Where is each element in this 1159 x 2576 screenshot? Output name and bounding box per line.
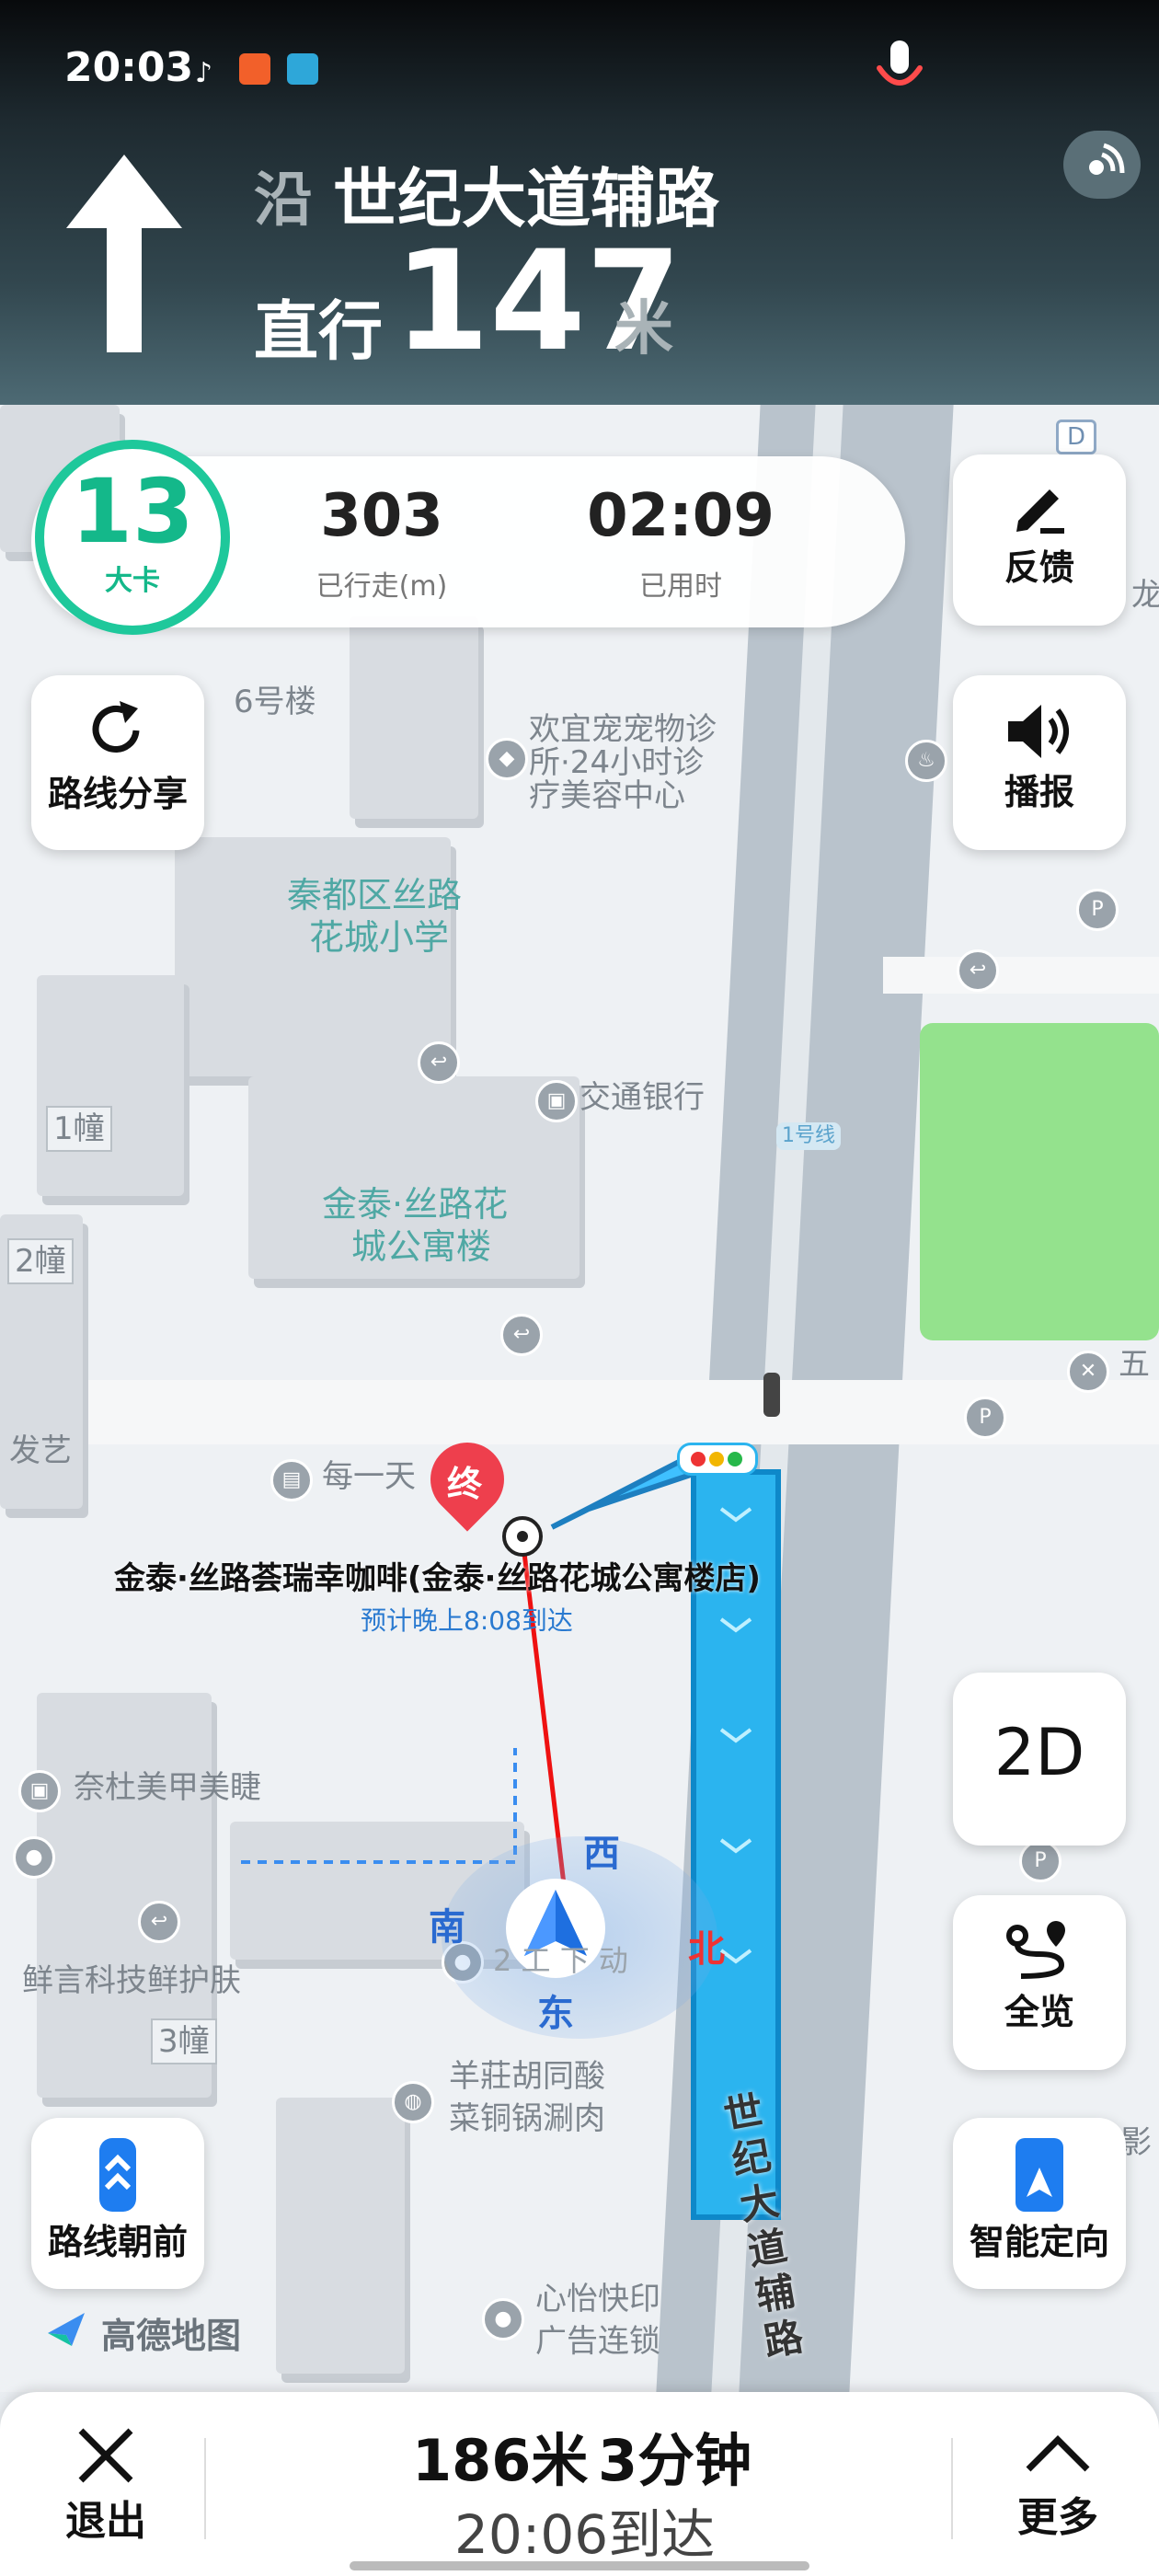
compass-south: 南 xyxy=(429,1906,465,1949)
more-label: 更多 xyxy=(1017,2494,1098,2541)
elapsed-value: 02:09 xyxy=(587,482,775,550)
overview-label: 全览 xyxy=(1004,1992,1074,2032)
smart-orient-button[interactable]: 智能定向 xyxy=(953,2118,1126,2289)
chevron-up-icon xyxy=(1026,2435,1090,2472)
end-marker-label: 终 xyxy=(447,1464,483,1504)
close-icon xyxy=(78,2428,133,2483)
overview-button[interactable]: 全览 xyxy=(953,1895,1126,2070)
speed-limit-value: 13 xyxy=(71,460,194,563)
remaining-distance: 186米 xyxy=(412,2427,589,2494)
edit-pen-icon xyxy=(1016,489,1064,534)
label-ghost: 2 工 下 动 xyxy=(493,1943,628,1978)
share-route-button[interactable]: 路线分享 xyxy=(31,675,204,850)
app-orange-icon xyxy=(239,53,270,85)
sound-settings-icon[interactable] xyxy=(1063,131,1141,199)
smart-orient-label: 智能定向 xyxy=(969,2222,1109,2262)
mic-icon[interactable] xyxy=(872,37,927,101)
traffic-signal-icon xyxy=(677,1443,758,1476)
speed-limit-badge: 13 大卡 xyxy=(35,440,230,635)
compass-west: 西 xyxy=(583,1833,620,1875)
amap-logo-icon xyxy=(46,2311,86,2348)
nav-unit: 米 xyxy=(614,295,673,363)
phone-orient-icon xyxy=(1016,2138,1063,2212)
elapsed-label: 已用时 xyxy=(639,570,722,603)
heading-up-icon xyxy=(99,2138,136,2212)
broadcast-button[interactable]: 播报 xyxy=(953,675,1126,850)
destination-name: 金泰·丝路荟瑞幸咖啡(金泰·丝路花城公寓楼店) xyxy=(114,1560,761,1597)
remaining-duration: 3分钟 xyxy=(598,2427,752,2494)
broadcast-label: 播报 xyxy=(1004,772,1074,812)
share-route-label: 路线分享 xyxy=(47,774,188,814)
share-icon xyxy=(92,701,140,753)
road-prefix: 沿 xyxy=(254,167,313,235)
traveled-value: 303 xyxy=(320,482,443,550)
waypoint-icon xyxy=(502,1516,543,1557)
destination-eta-note: 预计晚上8:08到达 xyxy=(361,1605,573,1636)
straight-arrow-icon xyxy=(64,155,184,352)
divider-left xyxy=(204,2438,206,2539)
view-2d-button[interactable]: 2D xyxy=(953,1673,1126,1846)
speaker-icon xyxy=(1008,705,1069,758)
feedback-button[interactable]: 反馈 xyxy=(953,454,1126,626)
arrival-time: 20:06到达 xyxy=(454,2503,716,2566)
app-blue-icon xyxy=(287,53,318,85)
compass-east: 东 xyxy=(537,1993,574,2035)
speed-limit-label: 大卡 xyxy=(105,565,160,597)
heading-up-label: 路线朝前 xyxy=(47,2222,188,2262)
feedback-label: 反馈 xyxy=(1004,547,1074,588)
divider-right xyxy=(951,2438,953,2539)
traveled-label: 已行走(m) xyxy=(316,570,448,603)
route-overview-icon xyxy=(1006,1921,1065,1979)
heading-up-button[interactable]: 路线朝前 xyxy=(31,2118,204,2289)
exit-button[interactable]: 退出 xyxy=(37,2410,175,2567)
status-time: 20:03 xyxy=(64,44,194,91)
more-button[interactable]: 更多 xyxy=(984,2410,1131,2567)
home-indicator[interactable] xyxy=(350,2561,809,2570)
exit-label: 退出 xyxy=(65,2498,146,2545)
amap-logo-text: 高德地图 xyxy=(101,2316,242,2356)
view-2d-label: 2D xyxy=(993,1715,1085,1790)
compass-north: 北 xyxy=(688,1928,725,1971)
music-icon: ♪ xyxy=(195,57,213,89)
nav-action: 直行 xyxy=(254,293,383,369)
